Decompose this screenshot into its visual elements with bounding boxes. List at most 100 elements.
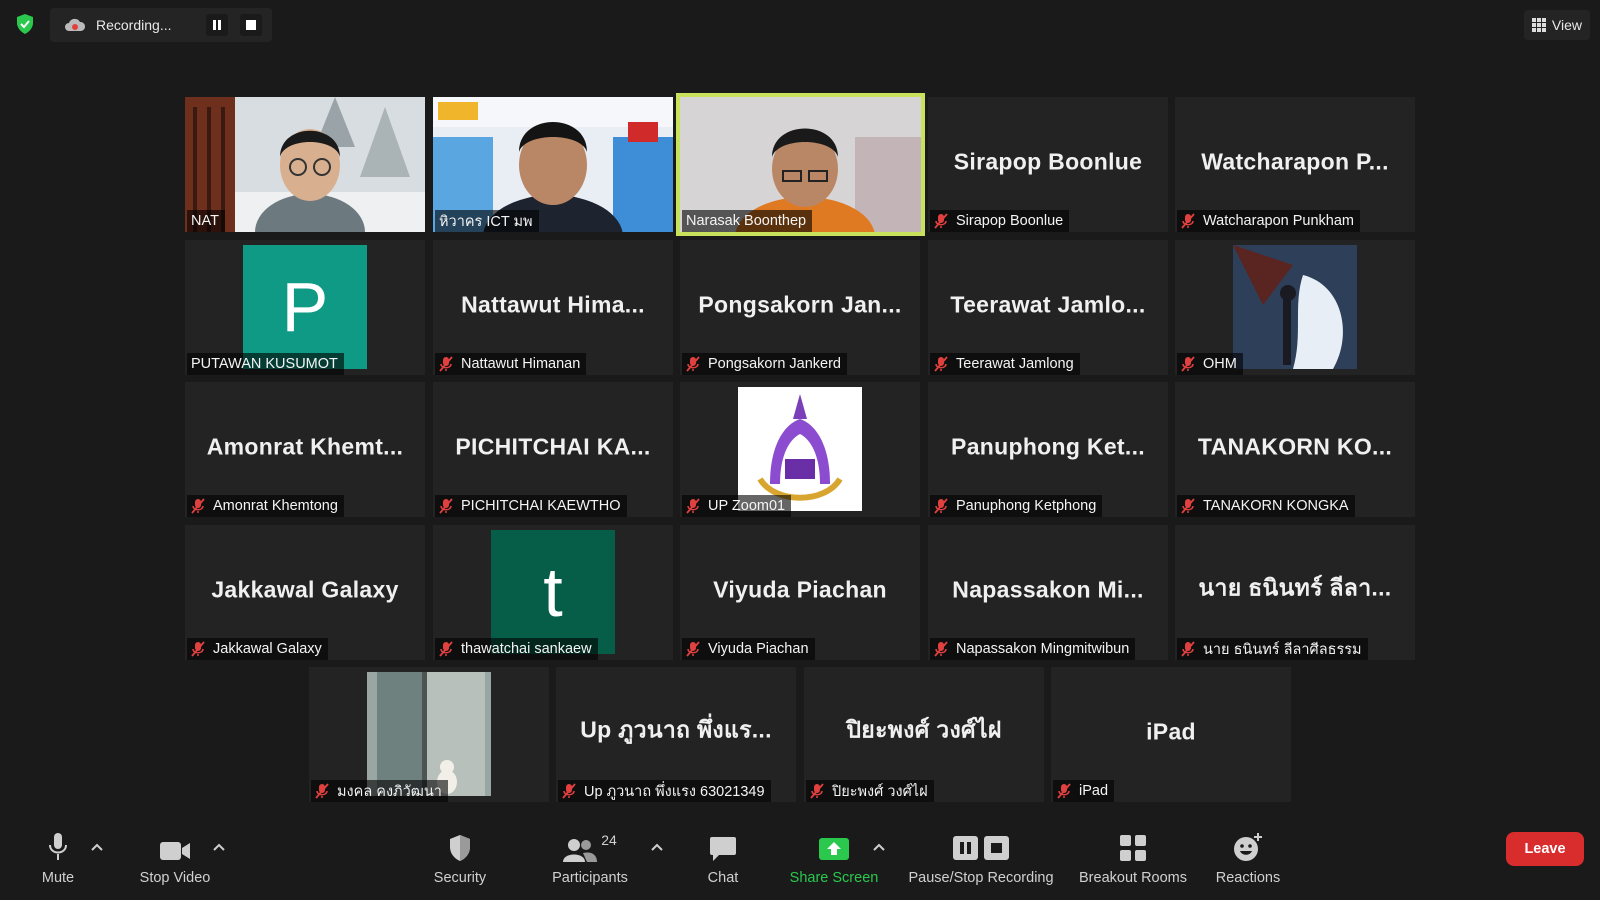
participant-name: PICHITCHAI KAEWTHO (461, 498, 621, 514)
participant-tile[interactable]: Panuphong Ket... Panuphong Ketphong (928, 382, 1168, 517)
university-logo-icon (757, 394, 843, 501)
participant-name-label: Watcharapon Punkham (1177, 210, 1360, 232)
stop-video-button[interactable]: Stop Video (105, 828, 245, 886)
participant-name: Pongsakorn Jankerd (708, 356, 841, 372)
participant-name: มงคล คงภิวัฒนา (337, 783, 442, 800)
participant-name-label: NAT (187, 210, 225, 232)
microphone-icon (47, 828, 69, 862)
participant-tile[interactable]: มงคล คงภิวัฒนา (309, 667, 549, 802)
leave-button[interactable]: Leave (1506, 832, 1584, 866)
participant-display-name: iPad (1146, 717, 1196, 744)
view-button[interactable]: View (1523, 10, 1590, 40)
participant-name: Amonrat Khemtong (213, 498, 338, 514)
muted-mic-icon (1181, 641, 1195, 657)
participant-display-name: Watcharapon P... (1201, 147, 1389, 174)
muted-mic-icon (686, 498, 700, 514)
participant-name: Narasak Boonthep (686, 213, 807, 229)
participant-display-name: PICHITCHAI KA... (455, 432, 651, 459)
recording-label: Recording... (96, 17, 172, 33)
participant-name-label: Viyuda Piachan (682, 638, 815, 660)
reactions-button[interactable]: Reactions (1178, 828, 1318, 886)
participants-button[interactable]: 24 Participants (520, 828, 660, 886)
participant-name: iPad (1079, 783, 1109, 799)
muted-mic-icon (810, 783, 824, 799)
breakout-rooms-label: Breakout Rooms (1079, 870, 1187, 886)
participant-tile[interactable]: UP Zoom01 (680, 382, 920, 517)
participant-tile[interactable]: PICHITCHAI KA... PICHITCHAI KAEWTHO (433, 382, 673, 517)
participant-name-label: Pongsakorn Jankerd (682, 353, 847, 375)
participant-tile[interactable]: นาย ธนินทร์ ลีลา... นาย ธนินทร์ ลีลาศีลธ… (1175, 525, 1415, 660)
muted-mic-icon (191, 641, 205, 657)
meeting-toolbar: Mute Stop Video Security 24 Participants… (0, 810, 1600, 900)
participant-tile[interactable]: ปิยะพงศ์ วงศ์ไฝ ปิยะพงศ์ วงศ์ไฝ (804, 667, 1044, 802)
video-options-chevron-icon[interactable] (212, 842, 226, 852)
share-options-chevron-icon[interactable] (872, 842, 886, 852)
participant-name: NAT (191, 213, 219, 229)
participant-name-label: Jakkawal Galaxy (187, 638, 328, 660)
security-button[interactable]: Security (390, 828, 530, 886)
participant-display-name: Jakkawal Galaxy (211, 575, 399, 602)
participant-tile[interactable]: Jakkawal Galaxy Jakkawal Galaxy (185, 525, 425, 660)
participant-display-name: ปิยะพงศ์ วงศ์ไฝ (846, 716, 1002, 743)
participant-tile[interactable]: TANAKORN KO... TANAKORN KONGKA (1175, 382, 1415, 517)
participant-tile-active-speaker[interactable]: Narasak Boonthep (676, 93, 925, 236)
participants-icon: 24 (563, 828, 617, 862)
participant-name-label: Teerawat Jamlong (930, 353, 1080, 375)
participant-tile[interactable]: P PUTAWAN KUSUMOT (185, 240, 425, 375)
participant-tile[interactable]: Pongsakorn Jan... Pongsakorn Jankerd (680, 240, 920, 375)
participant-name: thawatchai sankaew (461, 641, 592, 657)
pause-stop-recording-label: Pause/Stop Recording (908, 870, 1054, 886)
participant-tile[interactable]: Amonrat Khemt... Amonrat Khemtong (185, 382, 425, 517)
pause-recording-button[interactable] (206, 14, 228, 36)
pause-icon (213, 20, 221, 30)
participant-name: Panuphong Ketphong (956, 498, 1097, 514)
participant-tile[interactable]: OHM (1175, 240, 1415, 375)
security-label: Security (433, 870, 487, 886)
participant-tile[interactable]: Viyuda Piachan Viyuda Piachan (680, 525, 920, 660)
participant-avatar: t (491, 530, 615, 654)
reactions-label: Reactions (1215, 870, 1281, 886)
university-logo-avatar (738, 387, 862, 511)
stop-video-label: Stop Video (139, 870, 211, 886)
participant-display-name: Sirapop Boonlue (953, 147, 1143, 174)
participant-tile[interactable]: t thawatchai sankaew (433, 525, 673, 660)
participant-name-label: thawatchai sankaew (435, 638, 598, 660)
participant-name: TANAKORN KONGKA (1203, 498, 1349, 514)
participant-tile[interactable]: หิวาคร ICT มพ (433, 97, 673, 232)
participant-name: UP Zoom01 (708, 498, 786, 514)
audio-options-chevron-icon[interactable] (90, 842, 104, 852)
participant-tile[interactable]: Teerawat Jamlo... Teerawat Jamlong (928, 240, 1168, 375)
participant-name-label: Napassakon Mingmitwibun (930, 638, 1136, 660)
mute-label: Mute (41, 870, 75, 886)
participant-name: Watcharapon Punkham (1203, 213, 1354, 229)
participant-tile[interactable]: iPad iPad (1051, 667, 1291, 802)
participant-tile[interactable]: Up ภูวนาถ พึ่งแร... Up ภูวนาถ พึ่งแรง 63… (556, 667, 796, 802)
participant-display-name: TANAKORN KO... (1197, 432, 1393, 459)
encryption-shield-icon[interactable] (12, 11, 38, 37)
participant-name: หิวาคร ICT มพ (439, 213, 533, 230)
share-screen-label: Share Screen (789, 870, 879, 886)
video-camera-icon (159, 828, 191, 862)
participant-tile[interactable]: Napassakon Mi... Napassakon Mingmitwibun (928, 525, 1168, 660)
muted-mic-icon (1057, 783, 1071, 799)
participant-name: Napassakon Mingmitwibun (956, 641, 1130, 657)
muted-mic-icon (934, 641, 948, 657)
share-screen-button[interactable]: Share Screen (764, 828, 904, 886)
participant-tile[interactable]: Nattawut Hima... Nattawut Himanan (433, 240, 673, 375)
muted-mic-icon (686, 641, 700, 657)
stop-recording-button[interactable] (240, 14, 262, 36)
participant-tile[interactable]: Watcharapon P... Watcharapon Punkham (1175, 97, 1415, 232)
cloud-recording-icon (64, 16, 86, 34)
participant-name: ปิยะพงศ์ วงศ์ไฝ (832, 783, 928, 800)
participant-tile[interactable]: Sirapop Boonlue Sirapop Boonlue (928, 97, 1168, 232)
participant-name: Teerawat Jamlong (956, 356, 1074, 372)
muted-mic-icon (439, 498, 453, 514)
participant-tile[interactable]: NAT (185, 97, 425, 232)
participant-name-label: Up ภูวนาถ พึ่งแรง 63021349 (558, 780, 771, 802)
participant-display-name: นาย ธนินทร์ ลีลา... (1198, 574, 1392, 601)
muted-mic-icon (1181, 356, 1195, 372)
participant-name-label: UP Zoom01 (682, 495, 792, 517)
pause-stop-recording-button[interactable]: Pause/Stop Recording (908, 828, 1054, 886)
participant-avatar-image (1233, 245, 1357, 369)
grid-view-icon (1531, 18, 1546, 32)
